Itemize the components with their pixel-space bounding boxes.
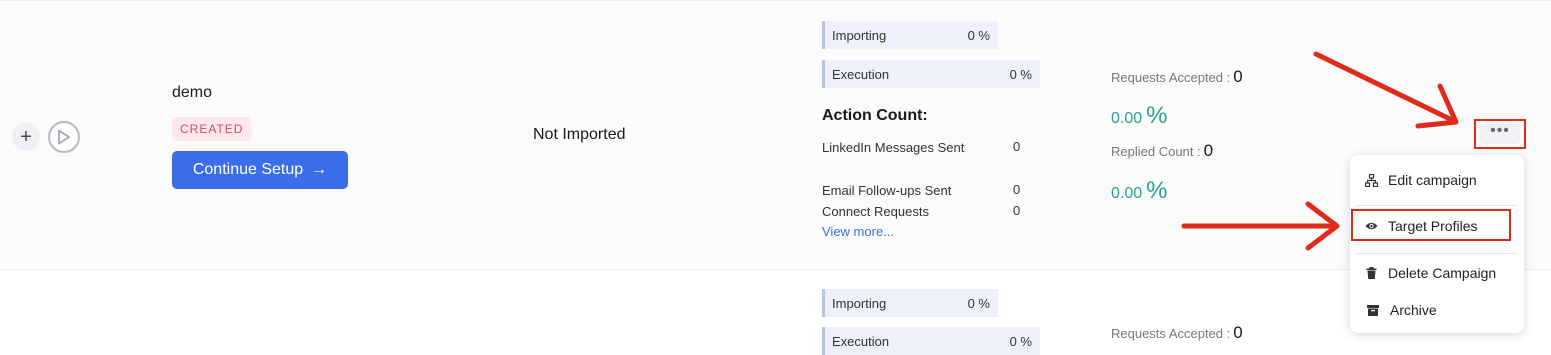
expand-plus-icon[interactable]: + (12, 123, 40, 151)
importing-value: 0 % (967, 295, 990, 311)
annotation-arrow-icon (1181, 201, 1340, 251)
sitemap-icon (1364, 173, 1378, 187)
menu-item-archive[interactable]: Archive (1350, 292, 1524, 328)
requests-accepted-label: Requests Accepted : (1111, 70, 1231, 85)
execution-label: Execution (832, 66, 890, 82)
percent-value: 0.00 (1111, 110, 1143, 127)
percent-symbol: % (1146, 102, 1168, 129)
more-options-icon: ••• (1480, 123, 1520, 144)
action-count-label: Email Follow-ups Sent (822, 183, 952, 198)
execution-progress: Execution 0 % (822, 327, 1040, 355)
action-count-label: Connect Requests (822, 204, 929, 219)
importing-progress: Importing 0 % (822, 21, 998, 49)
importing-label: Importing (832, 295, 887, 311)
menu-divider (1356, 205, 1518, 206)
annotation-arrow-icon (1313, 51, 1459, 129)
requests-accepted-label: Requests Accepted : (1111, 326, 1231, 341)
requests-accepted: Requests Accepted :0 (1111, 67, 1243, 87)
menu-divider (1356, 253, 1518, 254)
action-count-title: Action Count: (822, 107, 928, 124)
action-count-value: 0 (1013, 139, 1021, 154)
importing-progress: Importing 0 % (822, 289, 998, 317)
requests-accepted-value: 0 (1233, 323, 1243, 342)
menu-item-label: Delete Campaign (1388, 265, 1497, 281)
import-status: Not Imported (533, 126, 626, 143)
action-count-value: 0 (1013, 182, 1021, 197)
execution-progress: Execution 0 % (822, 60, 1040, 88)
execution-value: 0 % (1009, 333, 1032, 349)
view-more-link[interactable]: View more... (822, 224, 894, 239)
trash-icon (1364, 267, 1378, 279)
menu-item-edit-campaign[interactable]: Edit campaign (1350, 162, 1524, 198)
campaign-name[interactable]: demo (172, 84, 212, 102)
execution-value: 0 % (1009, 66, 1032, 82)
replied-count-value: 0 (1203, 141, 1214, 160)
requests-accepted-percent: 0.00% (1111, 102, 1167, 130)
requests-accepted-value: 0 (1233, 67, 1243, 86)
importing-value: 0 % (967, 27, 990, 43)
campaign-options-menu: Edit campaign Target Profiles Delete Cam… (1350, 155, 1524, 333)
replied-count-label: Replied Count : (1111, 144, 1201, 159)
status-badge: CREATED (172, 117, 252, 141)
menu-item-delete-campaign[interactable]: Delete Campaign (1350, 255, 1524, 291)
replied-count: Replied Count :0 (1111, 141, 1213, 161)
action-count-label: LinkedIn Messages Sent (822, 140, 965, 155)
continue-setup-button[interactable]: Continue Setup → (172, 151, 348, 189)
percent-value: 0.00 (1111, 185, 1143, 202)
campaign-row: Importing 0 % Execution 0 % Requests Acc… (0, 270, 1551, 355)
importing-label: Importing (832, 27, 887, 43)
more-options-button[interactable]: ••• (1474, 119, 1526, 149)
execution-label: Execution (832, 333, 890, 349)
requests-accepted: Requests Accepted :0 (1111, 323, 1243, 343)
play-icon (58, 129, 70, 145)
percent-symbol: % (1146, 177, 1168, 204)
continue-setup-label: Continue Setup (192, 161, 304, 178)
action-count-value: 0 (1013, 203, 1021, 218)
archive-icon (1366, 304, 1380, 316)
menu-item-label: Edit campaign (1388, 172, 1477, 188)
arrow-right-icon: → (311, 161, 328, 178)
menu-item-label: Archive (1390, 302, 1437, 318)
target-profiles-highlight (1351, 209, 1511, 241)
play-campaign-button[interactable] (48, 121, 80, 153)
replied-percent: 0.00% (1111, 177, 1167, 205)
